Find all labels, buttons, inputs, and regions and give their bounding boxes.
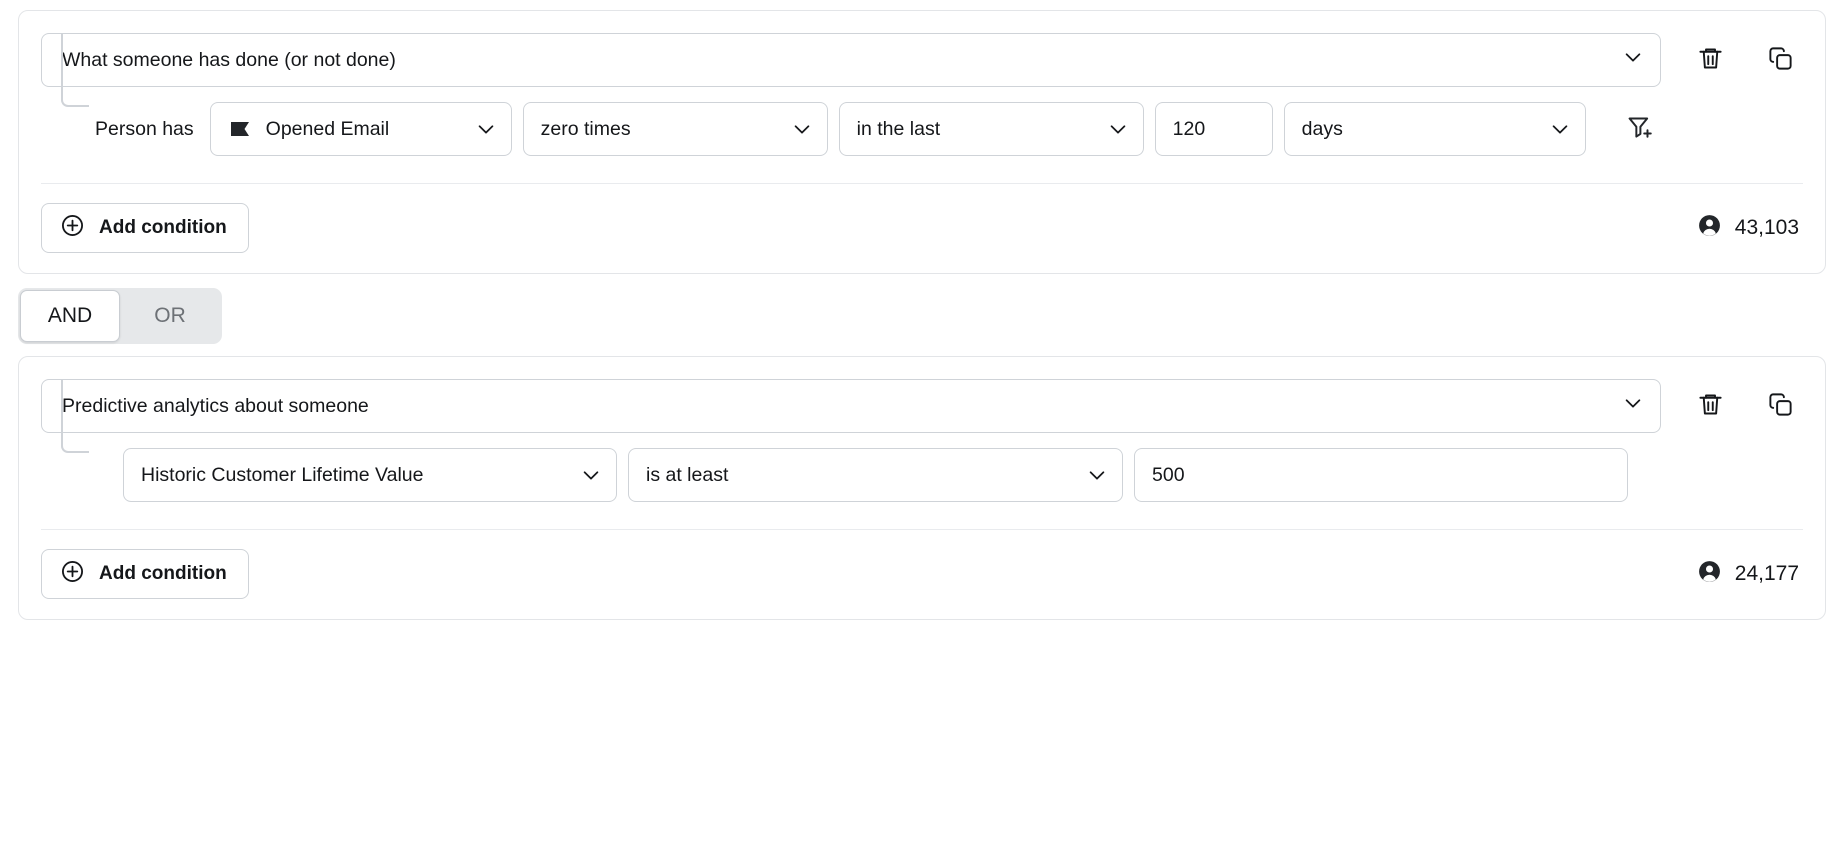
- chevron-down-icon: [1107, 118, 1129, 140]
- condition-type-select-1[interactable]: What someone has done (or not done): [41, 33, 1661, 87]
- condition-group-2-actions: [1687, 383, 1803, 429]
- condition-type-label-2: Predictive analytics about someone: [62, 395, 1622, 418]
- audience-count-2: 24,177: [1697, 559, 1803, 590]
- trash-icon: [1697, 391, 1724, 421]
- plus-circle-icon: [60, 213, 85, 244]
- chevron-down-icon: [1622, 46, 1644, 74]
- plus-circle-icon: [60, 559, 85, 590]
- condition-type-select-2[interactable]: Predictive analytics about someone: [41, 379, 1661, 433]
- delete-group-button-1[interactable]: [1687, 37, 1733, 83]
- add-condition-label-1: Add condition: [99, 217, 227, 239]
- condition-group-1-actions: [1687, 37, 1803, 83]
- operator-select-label-2: is at least: [646, 464, 1072, 487]
- period-select-label-1: in the last: [857, 118, 1093, 141]
- flag-icon: [228, 117, 252, 141]
- trash-icon: [1697, 45, 1724, 75]
- add-condition-label-2: Add condition: [99, 563, 227, 585]
- delete-group-button-2[interactable]: [1687, 383, 1733, 429]
- filter-add-icon: [1626, 114, 1653, 144]
- period-number-input-1[interactable]: 120: [1155, 102, 1273, 156]
- value-input-2[interactable]: 500: [1134, 448, 1628, 502]
- condition-connector-2: [61, 379, 89, 453]
- condition-row-2: Historic Customer Lifetime Value is at l…: [41, 447, 1803, 503]
- condition-row-1: Person has Opened Email zero times: [41, 101, 1803, 157]
- duplicate-group-button-2[interactable]: [1757, 383, 1803, 429]
- frequency-select-label-1: zero times: [541, 118, 777, 141]
- person-icon: [1697, 559, 1722, 590]
- attribute-select-2[interactable]: Historic Customer Lifetime Value: [123, 448, 617, 502]
- audience-count-1: 43,103: [1697, 213, 1803, 244]
- operator-select-2[interactable]: is at least: [628, 448, 1123, 502]
- chevron-down-icon: [580, 464, 602, 486]
- period-unit-label-1: days: [1302, 118, 1535, 141]
- audience-count-value-1: 43,103: [1735, 216, 1799, 240]
- condition-group-1: What someone has done (or not done): [18, 10, 1826, 274]
- add-condition-button-1[interactable]: Add condition: [41, 203, 249, 253]
- chevron-down-icon: [1086, 464, 1108, 486]
- condition-prefix-1: Person has: [95, 118, 199, 141]
- segment-builder: What someone has done (or not done): [0, 0, 1844, 854]
- audience-count-value-2: 24,177: [1735, 562, 1799, 586]
- copy-icon: [1767, 391, 1794, 421]
- add-condition-button-2[interactable]: Add condition: [41, 549, 249, 599]
- condition-type-label-1: What someone has done (or not done): [62, 49, 1622, 72]
- condition-group-1-body: What someone has done (or not done): [41, 33, 1803, 273]
- joiner-option-or-label: OR: [154, 304, 186, 328]
- condition-group-1-header: What someone has done (or not done): [41, 33, 1803, 87]
- group-joiner: AND OR: [18, 288, 1826, 344]
- joiner-option-and-label: AND: [48, 304, 92, 328]
- copy-icon: [1767, 45, 1794, 75]
- condition-row-actions-1: [1617, 106, 1663, 152]
- period-select-1[interactable]: in the last: [839, 102, 1144, 156]
- duplicate-group-button-1[interactable]: [1757, 37, 1803, 83]
- period-unit-select-1[interactable]: days: [1284, 102, 1586, 156]
- period-number-value-1: 120: [1173, 118, 1258, 141]
- condition-group-2: Predictive analytics about someone: [18, 356, 1826, 620]
- frequency-select-1[interactable]: zero times: [523, 102, 828, 156]
- and-or-toggle[interactable]: AND OR: [18, 288, 222, 344]
- event-select-1[interactable]: Opened Email: [210, 102, 512, 156]
- condition-group-2-header: Predictive analytics about someone: [41, 379, 1803, 433]
- chevron-down-icon: [791, 118, 813, 140]
- person-icon: [1697, 213, 1722, 244]
- chevron-down-icon: [475, 118, 497, 140]
- attribute-select-label-2: Historic Customer Lifetime Value: [141, 464, 566, 487]
- condition-group-2-footer: Add condition 24,177: [41, 529, 1803, 619]
- condition-group-1-footer: Add condition 43,103: [41, 183, 1803, 273]
- condition-group-2-body: Predictive analytics about someone: [41, 379, 1803, 619]
- add-filter-button-1[interactable]: [1617, 106, 1663, 152]
- chevron-down-icon: [1622, 392, 1644, 420]
- value-input-text-2: 500: [1152, 464, 1613, 487]
- joiner-option-and[interactable]: AND: [20, 290, 120, 342]
- event-select-label-1: Opened Email: [266, 118, 461, 141]
- chevron-down-icon: [1549, 118, 1571, 140]
- joiner-option-or[interactable]: OR: [120, 290, 220, 342]
- condition-connector-1: [61, 33, 89, 107]
